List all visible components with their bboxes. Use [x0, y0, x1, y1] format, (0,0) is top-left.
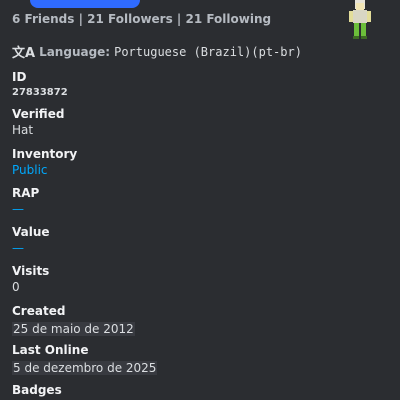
- field-created: Created 25 de maio de 2012: [12, 304, 135, 337]
- translate-icon: 文A: [12, 46, 36, 61]
- field-last-online-name: Last Online: [12, 343, 89, 357]
- field-id-value: 27833872: [12, 87, 68, 98]
- field-created-name: Created: [12, 304, 66, 318]
- field-visits-name: Visits: [12, 264, 50, 278]
- profile-embed: 6 Friends | 21 Followers | 21 Following …: [0, 0, 400, 400]
- field-badges-name: Badges: [12, 383, 62, 397]
- field-badges: Badges: [12, 383, 62, 397]
- field-rap-value: —: [12, 202, 24, 216]
- field-last-online: Last Online 5 de dezembro de 2025: [12, 343, 158, 376]
- field-value: Value —: [12, 225, 50, 255]
- redacted-username: [30, 0, 140, 8]
- avatar[interactable]: [347, 0, 373, 40]
- field-verified-value: Hat: [12, 123, 34, 137]
- field-rap: RAP —: [12, 186, 39, 216]
- field-visits: Visits 0: [12, 264, 49, 294]
- field-inventory: Inventory Public: [12, 147, 77, 177]
- field-value-name: Value: [12, 225, 50, 239]
- field-rap-name: RAP: [12, 186, 40, 200]
- language-row: 文A Language: Portuguese (Brazil)(pt-br): [12, 42, 302, 62]
- field-verified: Verified Hat: [12, 107, 64, 137]
- language-value: Portuguese (Brazil)(pt-br): [114, 44, 302, 59]
- field-inventory-name: Inventory: [12, 147, 78, 161]
- field-last-online-value: 5 de dezembro de 2025: [12, 361, 158, 375]
- field-verified-name: Verified: [12, 107, 65, 121]
- field-value-value: —: [12, 241, 24, 255]
- field-created-value: 25 de maio de 2012: [12, 322, 135, 336]
- social-stats: 6 Friends | 21 Followers | 21 Following: [12, 12, 272, 26]
- language-label: Language:: [39, 44, 111, 59]
- inventory-link[interactable]: Public: [12, 163, 77, 177]
- field-visits-value: 0: [12, 280, 20, 294]
- field-id: ID 27833872: [12, 70, 68, 98]
- field-id-name: ID: [12, 70, 27, 84]
